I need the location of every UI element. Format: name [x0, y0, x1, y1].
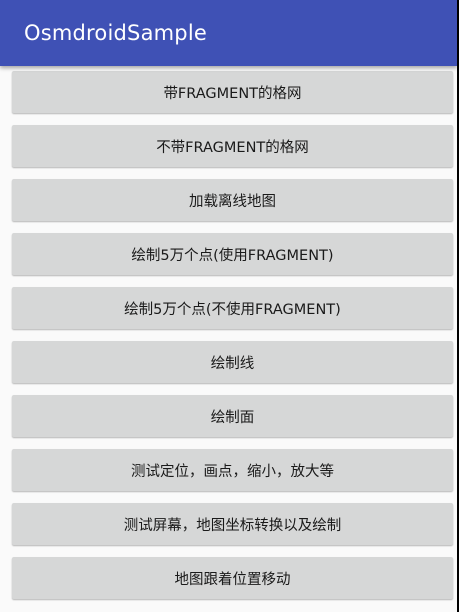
map-follow-location-button[interactable]: 地图跟着位置移动 — [12, 557, 453, 599]
draw-points-without-fragment-button[interactable]: 绘制5万个点(不使用FRAGMENT) — [12, 287, 453, 329]
test-coordinate-transform-button[interactable]: 测试屏幕，地图坐标转换以及绘制 — [12, 503, 453, 545]
grid-with-fragment-button[interactable]: 带FRAGMENT的格网 — [12, 71, 453, 113]
draw-line-button[interactable]: 绘制线 — [12, 341, 453, 383]
draw-polygon-button[interactable]: 绘制面 — [12, 395, 453, 437]
screen: OsmdroidSample 带FRAGMENT的格网 不带FRAGMENT的格… — [0, 0, 457, 612]
button-list: 带FRAGMENT的格网 不带FRAGMENT的格网 加载离线地图 绘制5万个点… — [0, 66, 457, 599]
grid-without-fragment-button[interactable]: 不带FRAGMENT的格网 — [12, 125, 453, 167]
app-bar: OsmdroidSample — [0, 0, 457, 66]
load-offline-map-button[interactable]: 加载离线地图 — [12, 179, 453, 221]
draw-points-with-fragment-button[interactable]: 绘制5万个点(使用FRAGMENT) — [12, 233, 453, 275]
app-title: OsmdroidSample — [24, 21, 207, 45]
test-location-button[interactable]: 测试定位，画点，缩小，放大等 — [12, 449, 453, 491]
